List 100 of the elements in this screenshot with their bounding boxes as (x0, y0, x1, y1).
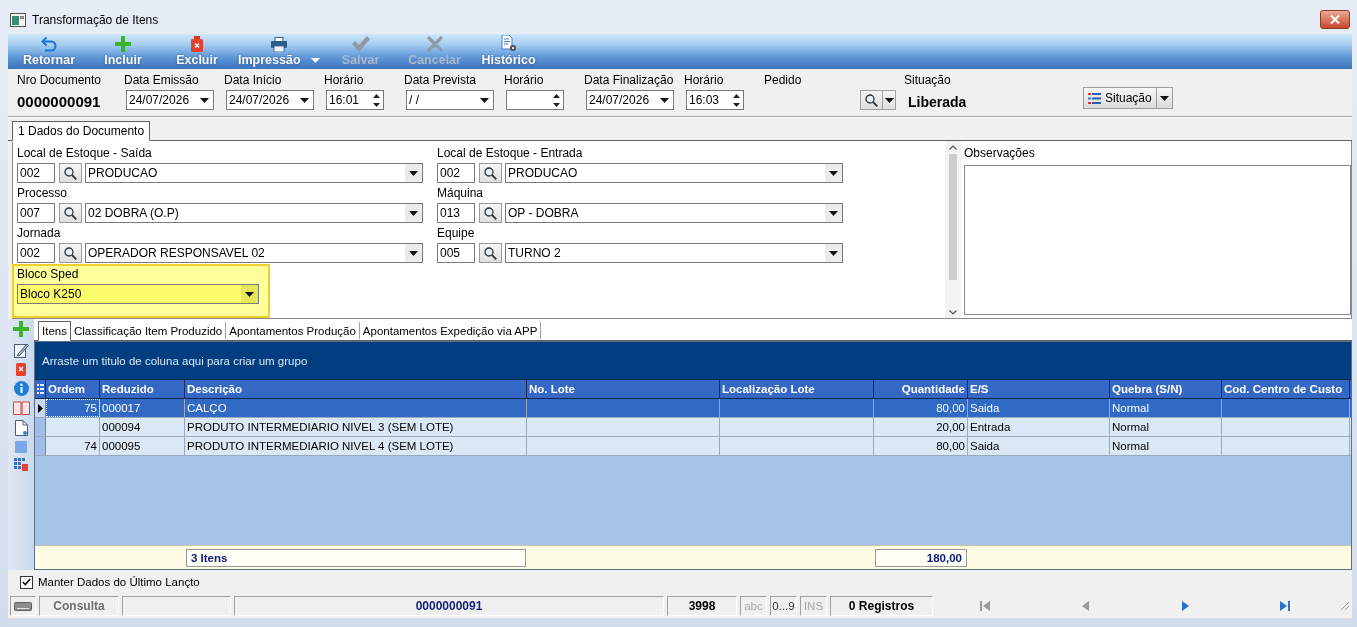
field-label: Horário (504, 72, 545, 88)
spin-arrows-icon[interactable] (552, 93, 560, 107)
delete-icon[interactable] (16, 363, 26, 376)
table-cell: 20,00 (874, 418, 968, 436)
table-cell: Normal (1110, 418, 1222, 436)
document-gear-icon (500, 35, 517, 52)
info-icon[interactable] (13, 381, 29, 396)
table-row[interactable]: 74 000095 PRODUTO INTERMEDIARIO NIVEL 4 (SEM LOTE) 80,00 Saida Normal (35, 437, 1351, 456)
table-cell: 80,00 (874, 437, 968, 455)
search-icon (484, 206, 497, 220)
search-icon (865, 93, 878, 107)
time-field[interactable] (506, 90, 564, 110)
tab[interactable]: Itens (38, 321, 71, 341)
status-indicator: INS (800, 596, 827, 616)
field-label: Horário (684, 72, 725, 88)
code-field[interactable]: 002 (437, 163, 475, 183)
last-record-icon[interactable] (1280, 601, 1290, 611)
combo-box[interactable]: TURNO 2 (505, 243, 843, 263)
search-button[interactable] (59, 203, 82, 223)
column-header[interactable]: No. Lote (527, 380, 720, 398)
search-button[interactable] (59, 163, 82, 183)
scroll-down-icon[interactable] (949, 310, 957, 315)
tab[interactable]: Classificação Item Produzido (70, 322, 227, 339)
field-label: Horário (324, 72, 365, 88)
code-field[interactable]: 002 (17, 243, 55, 263)
list-icon[interactable] (36, 384, 44, 394)
date-picker[interactable]: 24/07/2026 (126, 90, 214, 110)
scroll-up-icon[interactable] (949, 145, 957, 150)
column-header[interactable]: Localização Lote (720, 380, 874, 398)
search-button[interactable] (479, 163, 502, 183)
combo-box[interactable]: PRODUCAO (85, 163, 423, 183)
combo-box[interactable]: Bloco K250 (17, 284, 259, 304)
checkbox-label[interactable]: Manter Dados do Último Lançto (38, 576, 200, 588)
search-icon (484, 166, 497, 180)
document-icon[interactable] (14, 420, 28, 436)
table-cell: Normal (1110, 399, 1222, 417)
table-row[interactable]: 75 000017 CALÇO 80,00 Saida Normal (35, 399, 1351, 418)
column-header[interactable]: Cod. Centro de Custo (1222, 380, 1350, 398)
row-pointer-icon (37, 403, 43, 413)
time-field[interactable]: 16:01 (326, 90, 384, 110)
search-button[interactable] (479, 243, 502, 263)
field-label: Situação (904, 72, 952, 88)
checkmark-icon (351, 36, 370, 52)
search-button[interactable] (479, 203, 502, 223)
tab[interactable]: 1 Dados do Documento (12, 121, 151, 141)
total-quantity: 180,00 (875, 548, 967, 567)
table-cell: Saida (968, 399, 1110, 417)
document-number: 0000000091 (17, 93, 102, 110)
column-header[interactable]: Quantidade (874, 380, 968, 398)
column-header[interactable]: E/S (968, 380, 1110, 398)
dropdown-arrow-icon (884, 97, 894, 103)
table-cell: 80,00 (874, 399, 968, 417)
tab[interactable]: Apontamentos Expedição via APP (359, 322, 542, 339)
code-field[interactable]: 007 (17, 203, 55, 223)
item-count: 3 Itens (186, 548, 526, 567)
search-button[interactable] (59, 243, 82, 263)
group-panel[interactable]: Arraste um titulo de coluna aqui para criar um grupo (35, 342, 1351, 379)
grid-icon[interactable] (14, 458, 28, 471)
field-label: Data Finalização (584, 72, 675, 88)
status-code: 3998 (667, 596, 737, 616)
caret-icon[interactable] (310, 57, 320, 63)
code-field[interactable]: 002 (17, 163, 55, 183)
notes-field[interactable] (964, 165, 1351, 315)
code-field[interactable]: 013 (437, 203, 475, 223)
table-row[interactable]: 000094 PRODUTO INTERMEDIARIO NIVEL 3 (SEM LOTE) 20,00 Entrada Normal (35, 418, 1351, 437)
combo-box[interactable]: OPERADOR RESPONSAVEL 02 (85, 243, 423, 263)
row-selector[interactable] (35, 399, 46, 417)
search-icon (64, 246, 77, 260)
date-picker[interactable]: / / (406, 90, 494, 110)
code-field[interactable]: 005 (437, 243, 475, 263)
book-icon[interactable] (12, 401, 30, 415)
next-record-icon[interactable] (1180, 601, 1190, 611)
column-header[interactable]: Descrição (185, 380, 527, 398)
vertical-scrollbar[interactable] (945, 141, 961, 318)
table-cell: 000017 (100, 399, 185, 417)
lookup-button[interactable] (860, 90, 896, 110)
tab[interactable]: Apontamentos Produção (226, 322, 360, 339)
date-picker[interactable]: 24/07/2026 (226, 90, 314, 110)
checkbox[interactable] (20, 575, 33, 589)
search-icon (484, 246, 497, 260)
close-button[interactable] (1320, 10, 1350, 29)
edit-icon[interactable] (13, 342, 29, 358)
field-label: Pedido (764, 72, 803, 88)
column-header[interactable]: Reduzido (100, 380, 185, 398)
spin-arrows-icon[interactable] (732, 93, 740, 107)
dropdown-arrow-icon (409, 210, 418, 216)
status-menu-button[interactable]: Situação (1083, 87, 1173, 109)
combo-box[interactable]: OP - DOBRA (505, 203, 843, 223)
column-header[interactable]: Quebra (S/N) (1110, 380, 1222, 398)
column-header[interactable]: Ordem (46, 380, 100, 398)
dropdown-arrow-icon (409, 250, 418, 256)
combo-box[interactable]: PRODUCAO (505, 163, 843, 183)
spin-arrows-icon[interactable] (372, 93, 380, 107)
time-field[interactable]: 16:03 (686, 90, 744, 110)
combo-box[interactable]: 02 DOBRA (O.P) (85, 203, 423, 223)
resize-grip-icon[interactable] (1340, 601, 1350, 611)
status-records: 0 Registros (830, 596, 933, 616)
table-cell: PRODUTO INTERMEDIARIO NIVEL 4 (SEM LOTE) (185, 437, 527, 455)
date-picker[interactable]: 24/07/2026 (586, 90, 674, 110)
scrollbar-thumb[interactable] (949, 154, 957, 280)
